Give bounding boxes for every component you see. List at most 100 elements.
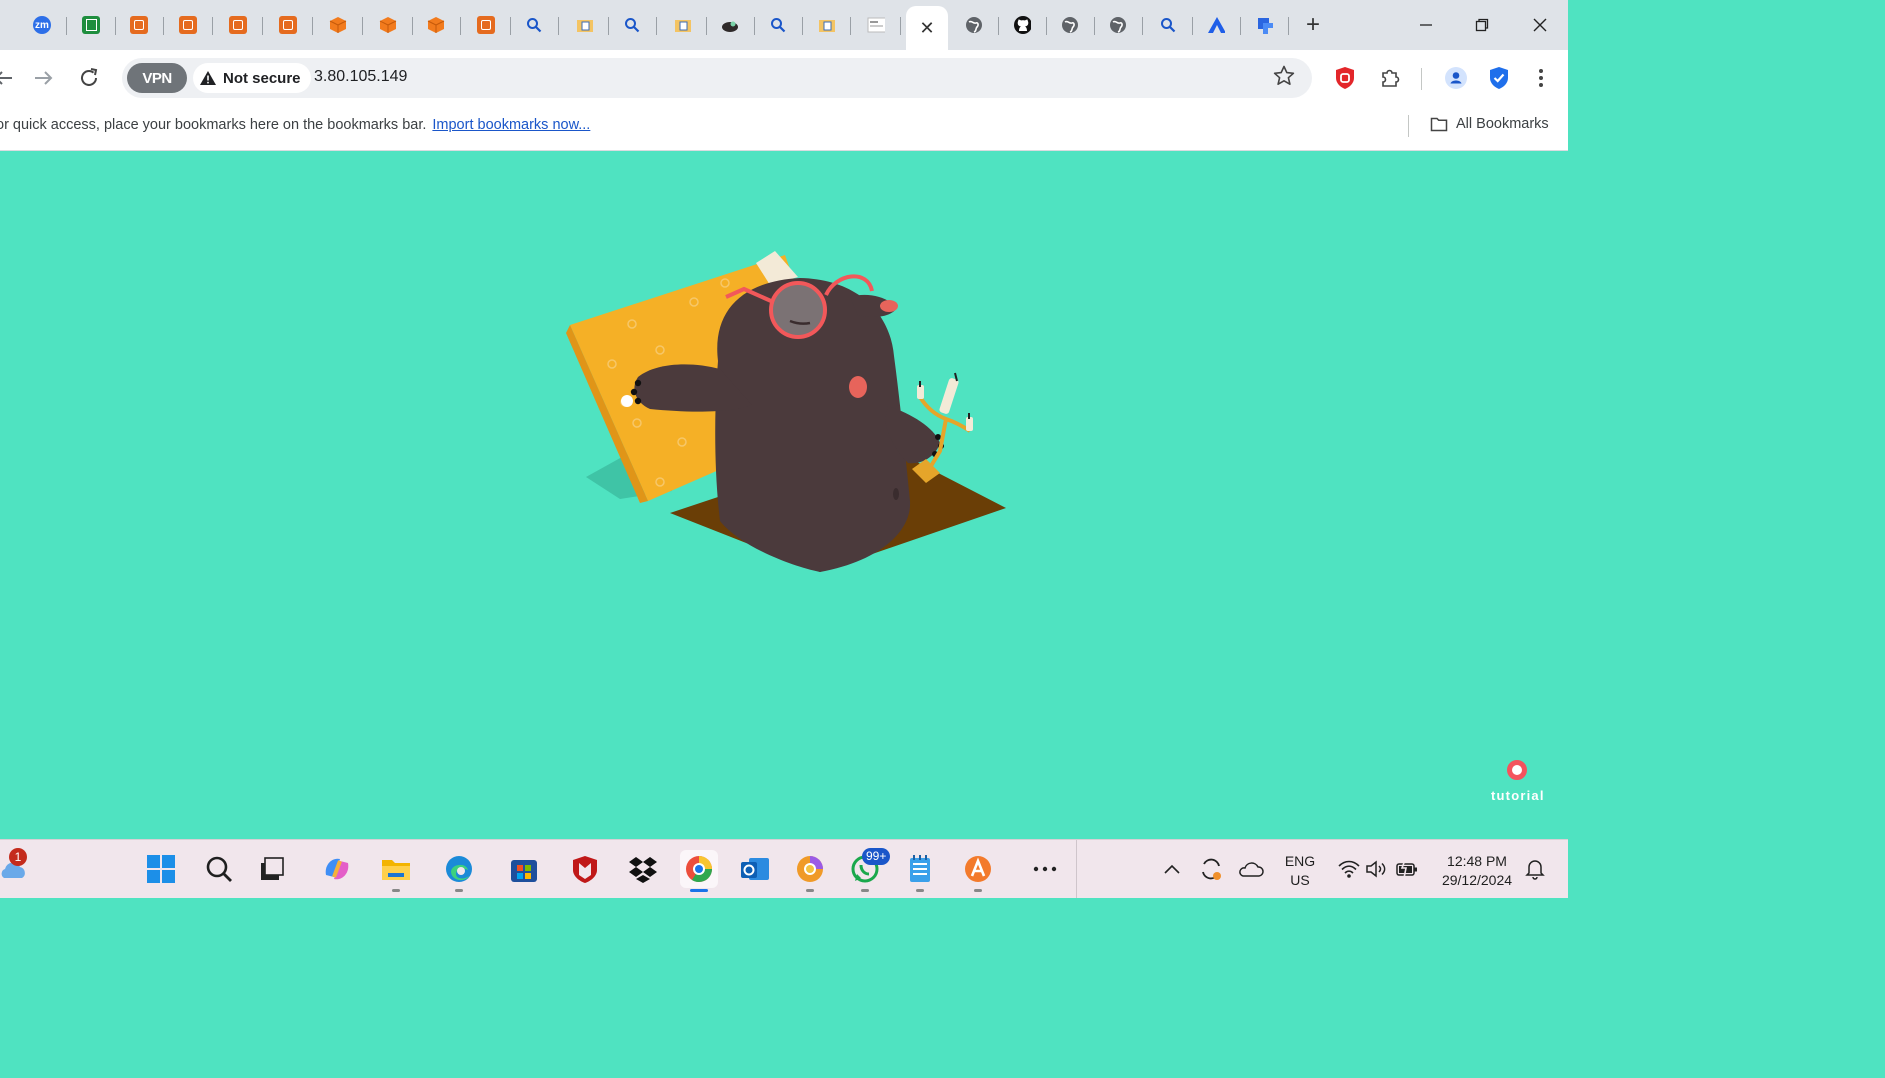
browser-tab[interactable] xyxy=(414,6,461,44)
close-window-button[interactable] xyxy=(1525,10,1555,40)
browser-tab[interactable] xyxy=(69,6,116,44)
all-bookmarks-label: All Bookmarks xyxy=(1456,116,1549,132)
sync-tray-button[interactable] xyxy=(1192,850,1230,888)
browser-tab[interactable] xyxy=(166,6,213,44)
browser-tab[interactable] xyxy=(660,6,707,44)
forward-button[interactable] xyxy=(29,63,59,93)
profile-button[interactable] xyxy=(1442,64,1470,92)
running-indicator xyxy=(806,889,814,892)
store-icon xyxy=(511,860,537,882)
all-bookmarks-button[interactable]: All Bookmarks xyxy=(1430,116,1549,132)
shield-extension-button[interactable] xyxy=(1331,64,1359,92)
clock[interactable]: 12:48 PM 29/12/2024 xyxy=(1430,852,1524,890)
language-indicator[interactable]: ENG US xyxy=(1280,852,1320,890)
restore-button[interactable] xyxy=(1467,10,1497,40)
tab-separator xyxy=(163,17,164,35)
taskbar-divider xyxy=(1076,840,1077,898)
browser-tab[interactable] xyxy=(1048,6,1095,44)
browser-tab[interactable] xyxy=(562,6,609,44)
browser-tab[interactable] xyxy=(1194,6,1241,44)
browser-tab[interactable] xyxy=(952,6,999,44)
browser-tab[interactable] xyxy=(756,6,803,44)
chevron-up-icon xyxy=(1164,864,1180,874)
edge-button[interactable] xyxy=(440,850,478,892)
mole-icon xyxy=(721,16,739,34)
browser-tab[interactable] xyxy=(1000,6,1047,44)
file-explorer-button[interactable] xyxy=(377,850,415,892)
address-bar[interactable]: VPN Not secure 3.80.105.149 xyxy=(122,58,1312,98)
bookmarks-divider xyxy=(1408,115,1409,137)
arrow-logo-icon xyxy=(1207,16,1225,34)
search-icon xyxy=(623,16,641,34)
onedrive-tray-button[interactable] xyxy=(1232,850,1270,888)
mole-illustration xyxy=(566,251,1006,572)
browser-tab[interactable] xyxy=(464,6,511,44)
mole-mouth xyxy=(849,376,867,398)
globe-icon xyxy=(1061,16,1079,34)
browser-tab[interactable] xyxy=(266,6,313,44)
vpn-button[interactable]: VPN xyxy=(127,63,187,93)
onedrive-cloud-icon xyxy=(1239,862,1264,877)
browser-tab[interactable] xyxy=(804,6,851,44)
search-button[interactable] xyxy=(200,850,238,888)
browser-two-button[interactable] xyxy=(791,850,829,892)
browser-tab[interactable] xyxy=(366,6,413,44)
import-bookmarks-link[interactable]: Import bookmarks now... xyxy=(432,117,590,133)
browser-tab[interactable] xyxy=(216,6,263,44)
tutorial-button[interactable]: tutorial xyxy=(1491,760,1543,803)
microsoft-store-button[interactable] xyxy=(505,850,543,888)
toolbar-divider xyxy=(1421,68,1422,90)
windows-taskbar: 1 99+ ENG US 12:48 PM 29/12/2024 xyxy=(0,839,1568,898)
show-hidden-icons-button[interactable] xyxy=(1153,850,1191,888)
browser-tab[interactable] xyxy=(1242,6,1289,44)
notepad-icon xyxy=(910,855,930,882)
menu-button[interactable] xyxy=(1527,64,1555,92)
notepad-button[interactable] xyxy=(901,850,939,892)
dropbox-icon xyxy=(629,857,657,883)
active-tab[interactable]: ✕ xyxy=(906,6,948,50)
whatsapp-button[interactable]: 99+ xyxy=(846,848,891,892)
puzzle-icon xyxy=(1382,69,1400,87)
minimize-button[interactable] xyxy=(1411,10,1441,40)
dropbox-button[interactable] xyxy=(624,850,662,888)
more-apps-button[interactable] xyxy=(1026,850,1064,888)
back-button[interactable] xyxy=(0,63,18,93)
browser-tab[interactable]: zm xyxy=(20,6,67,44)
blue-shield-extension-button[interactable] xyxy=(1485,64,1513,92)
battery-button[interactable] xyxy=(1388,850,1426,888)
mcafee-button[interactable] xyxy=(566,850,604,888)
sheets-icon xyxy=(82,16,100,34)
start-button[interactable] xyxy=(142,850,180,888)
notifications-button[interactable] xyxy=(1516,850,1554,888)
extensions-button[interactable] xyxy=(1376,64,1404,92)
tab-separator xyxy=(312,17,313,35)
url-text[interactable]: 3.80.105.149 xyxy=(314,68,407,86)
close-tab-icon[interactable]: ✕ xyxy=(919,18,934,39)
bookmark-star-button[interactable] xyxy=(1272,64,1296,95)
box-icon xyxy=(817,16,835,34)
browser-tab[interactable] xyxy=(512,6,559,44)
star-icon xyxy=(1273,65,1295,85)
browser-tab[interactable] xyxy=(708,6,755,44)
browser-alt-icon xyxy=(797,856,823,882)
browser-tab[interactable] xyxy=(610,6,657,44)
security-indicator[interactable]: Not secure xyxy=(193,63,311,93)
chrome-vpn-browser-button[interactable] xyxy=(680,850,718,892)
browser-tab[interactable] xyxy=(854,6,901,44)
task-view-button[interactable] xyxy=(252,850,290,888)
browser-tab[interactable] xyxy=(316,6,363,44)
weather-widget[interactable]: 1 xyxy=(0,848,32,888)
reload-button[interactable] xyxy=(74,63,104,93)
back-arrow-icon xyxy=(0,71,12,85)
sublime-button[interactable] xyxy=(959,850,997,892)
copilot-button[interactable] xyxy=(318,850,356,888)
jira-icon xyxy=(1255,16,1273,34)
active-indicator xyxy=(690,889,708,892)
browser-tab[interactable] xyxy=(117,6,164,44)
bookmarks-hint: or quick access, place your bookmarks he… xyxy=(0,117,427,133)
browser-tab[interactable] xyxy=(1146,6,1193,44)
new-tab-button[interactable]: + xyxy=(1298,10,1328,40)
tab-separator xyxy=(998,17,999,35)
browser-tab[interactable] xyxy=(1096,6,1143,44)
outlook-button[interactable] xyxy=(736,850,774,888)
